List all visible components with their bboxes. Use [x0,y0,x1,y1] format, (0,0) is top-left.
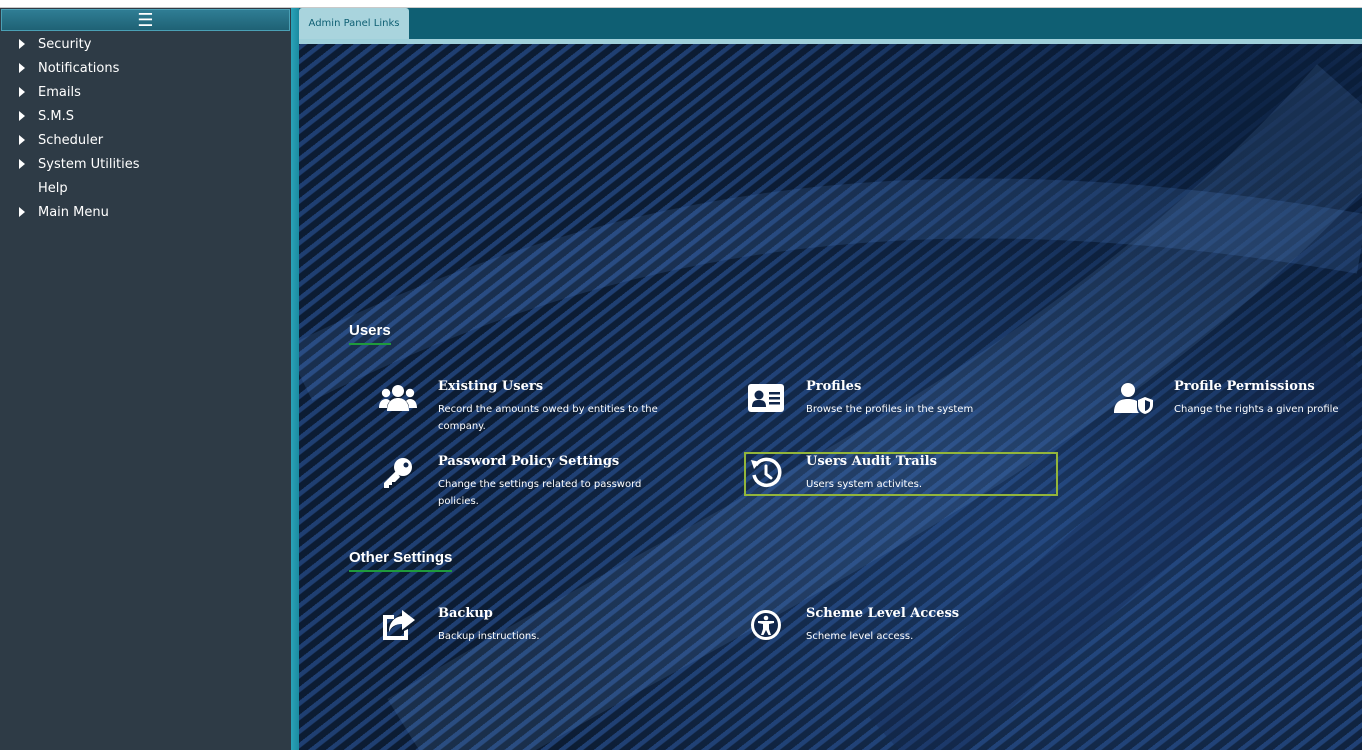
sidebar-item-sms[interactable]: S.M.S [0,104,291,128]
card-title: Profiles [806,379,862,394]
card-description: Change the settings related to password … [438,479,642,507]
card-description: Record the amounts owed by entities to t… [438,404,658,432]
hamburger-icon[interactable]: ☰ [1,9,290,31]
sidebar-item-label: Help [38,180,68,196]
caret-right-icon [19,207,25,217]
sidebar-item-label: System Utilities [38,156,140,172]
caret-right-icon [19,159,25,169]
id-card-icon [746,381,786,415]
card-title: Existing Users [438,379,544,394]
key-icon [378,456,418,490]
sidebar-item-notifications[interactable]: Notifications [0,56,291,80]
card-backup[interactable]: Backup Backup instructions. [378,606,688,646]
sidebar-item-main-menu[interactable]: Main Menu [0,200,291,224]
card-description: Browse the profiles in the system [806,404,974,415]
card-description: Backup instructions. [438,631,540,642]
card-profile-permissions[interactable]: Profile Permissions Change the rights a … [1114,379,1359,419]
sidebar-item-label: Scheduler [38,132,104,148]
card-existing-users[interactable]: Existing Users Record the amounts owed b… [378,379,688,432]
card-title: Scheme Level Access [806,606,960,621]
admin-panel-content: Users Existing Users Record the amounts … [299,44,1362,750]
user-shield-icon [1114,381,1154,415]
card-title: Password Policy Settings [438,454,620,469]
sidebar-nav: Security Notifications Emails S.M.S Sche… [0,32,291,224]
card-users-audit-trails[interactable]: Users Audit Trails Users system activite… [744,452,1058,496]
caret-right-icon [19,111,25,121]
sidebar-item-security[interactable]: Security [0,32,291,56]
caret-right-icon [19,39,25,49]
card-title: Profile Permissions [1174,379,1315,394]
sidebar-item-emails[interactable]: Emails [0,80,291,104]
sidebar-splitter[interactable] [291,8,299,750]
tab-admin-panel-links[interactable]: Admin Panel Links [299,8,409,39]
sidebar-item-system-utilities[interactable]: System Utilities [0,152,291,176]
card-title: Backup [438,606,493,621]
share-export-icon [378,608,418,642]
card-title: Users Audit Trails [806,454,937,469]
sidebar-item-label: S.M.S [38,108,74,124]
section-title-users: Users [349,322,391,345]
caret-right-icon [19,135,25,145]
card-profiles[interactable]: Profiles Browse the profiles in the syst… [746,379,1056,419]
caret-right-icon [19,63,25,73]
sidebar-item-label: Notifications [38,60,120,76]
history-icon [746,456,786,490]
sidebar-item-label: Security [38,36,92,52]
sidebar-item-label: Emails [38,84,81,100]
sidebar-item-help[interactable]: Help [0,176,291,200]
card-description: Users system activites. [806,479,922,490]
card-password-policy-settings[interactable]: Password Policy Settings Change the sett… [378,454,688,507]
sidebar: ☰ Security Notifications Emails S.M.S Sc… [0,8,291,750]
sidebar-item-scheduler[interactable]: Scheduler [0,128,291,152]
card-description: Change the rights a given profile [1174,404,1339,415]
card-scheme-level-access[interactable]: Scheme Level Access Scheme level access. [746,606,1056,646]
sidebar-item-label: Main Menu [38,204,109,220]
users-group-icon [378,381,418,415]
tab-strip: Admin Panel Links [299,8,1362,39]
accessibility-icon [746,608,786,642]
card-description: Scheme level access. [806,631,914,642]
section-title-other-settings: Other Settings [349,549,453,572]
top-border [0,0,1362,8]
caret-right-icon [19,87,25,97]
